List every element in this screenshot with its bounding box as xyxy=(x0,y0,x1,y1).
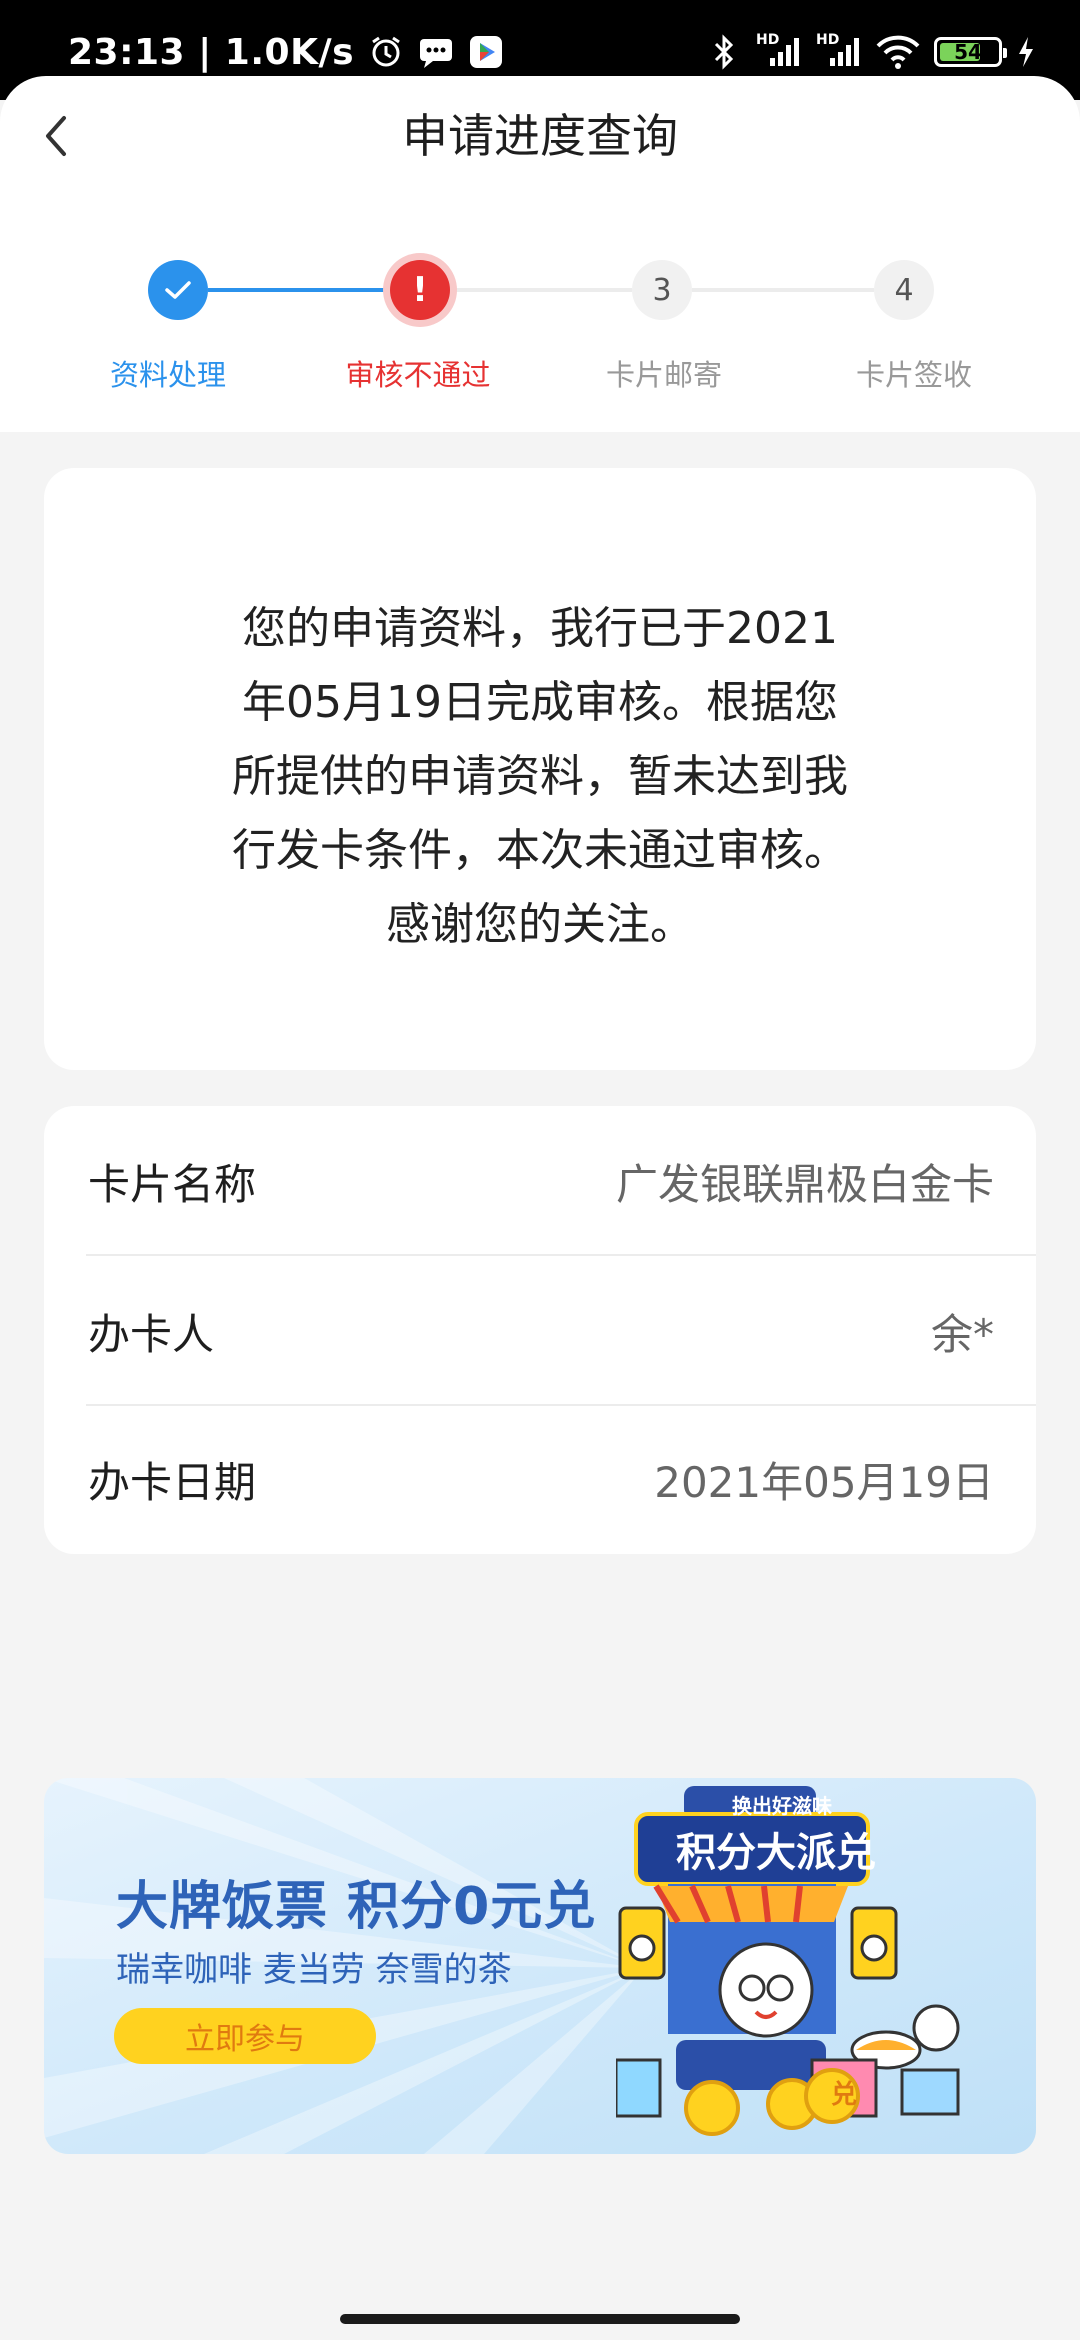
card-info-panel: 卡片名称 广发银联鼎极白金卡 办卡人 余* 办卡日期 2021年05月19日 xyxy=(44,1106,1036,1554)
banner-headline: 大牌饭票 积分0元兑 xyxy=(116,1877,597,1937)
step-connector-1 xyxy=(208,288,390,292)
alarm-icon xyxy=(368,34,404,70)
banner-art-tag: 换出好滋味 xyxy=(732,1794,832,1818)
banner-art-badge: 兑 xyxy=(830,2080,857,2110)
charging-icon xyxy=(1016,34,1036,70)
step-4-circle: 4 xyxy=(874,260,934,320)
info-value: 余* xyxy=(930,1309,994,1359)
home-indicator[interactable] xyxy=(340,2314,740,2324)
promo-banner[interactable]: 大牌饭票 积分0元兑 瑞幸咖啡 麦当劳 奈雪的茶 立即参与 换出好滋味 积分大派… xyxy=(44,1778,1036,2154)
banner-art-title: 积分大派兑 xyxy=(676,1830,876,1876)
result-message: 您的申请资料，我行已于2021年05月19日完成审核。根据您所提供的申请资料，暂… xyxy=(232,603,848,950)
battery-icon: 54 xyxy=(934,37,1007,67)
info-key: 卡片名称 xyxy=(88,1159,257,1209)
info-key: 办卡人 xyxy=(88,1309,215,1359)
step-label-4: 卡片签收 xyxy=(855,358,972,392)
step-connector-2 xyxy=(450,288,632,292)
step-3-circle: 3 xyxy=(632,260,692,320)
info-row-card-name: 卡片名称 广发银联鼎极白金卡 xyxy=(44,1106,1036,1256)
play-store-icon xyxy=(468,34,504,70)
info-row-date: 办卡日期 2021年05月19日 xyxy=(44,1404,1036,1554)
message-icon xyxy=(418,34,454,70)
step-connector-3 xyxy=(692,288,874,292)
bluetooth-icon xyxy=(706,34,742,70)
step-label-1: 资料处理 xyxy=(109,358,226,392)
info-value: 广发银联鼎极白金卡 xyxy=(615,1159,994,1209)
join-now-button[interactable]: 立即参与 xyxy=(114,2008,376,2064)
signal-icon-1: HD xyxy=(756,32,802,70)
signal-icon-2: HD xyxy=(816,32,862,70)
info-value: 2021年05月19日 xyxy=(654,1457,994,1507)
step-2-alert-icon: ! xyxy=(390,260,450,320)
step-label-3: 卡片邮寄 xyxy=(605,358,722,392)
step-1-check-icon xyxy=(148,260,208,320)
page-title: 申请进度查询 xyxy=(402,109,678,163)
banner-subtitle: 瑞幸咖啡 麦当劳 奈雪的茶 xyxy=(116,1950,512,1990)
info-row-applicant: 办卡人 余* xyxy=(44,1256,1036,1406)
wifi-icon xyxy=(876,34,920,70)
status-time: 23:13 | 1.0K/s xyxy=(68,31,355,73)
result-message-card: 您的申请资料，我行已于2021年05月19日完成审核。根据您所提供的申请资料，暂… xyxy=(44,468,1036,1070)
info-key: 办卡日期 xyxy=(88,1457,257,1507)
step-label-2: 审核不通过 xyxy=(345,358,491,392)
